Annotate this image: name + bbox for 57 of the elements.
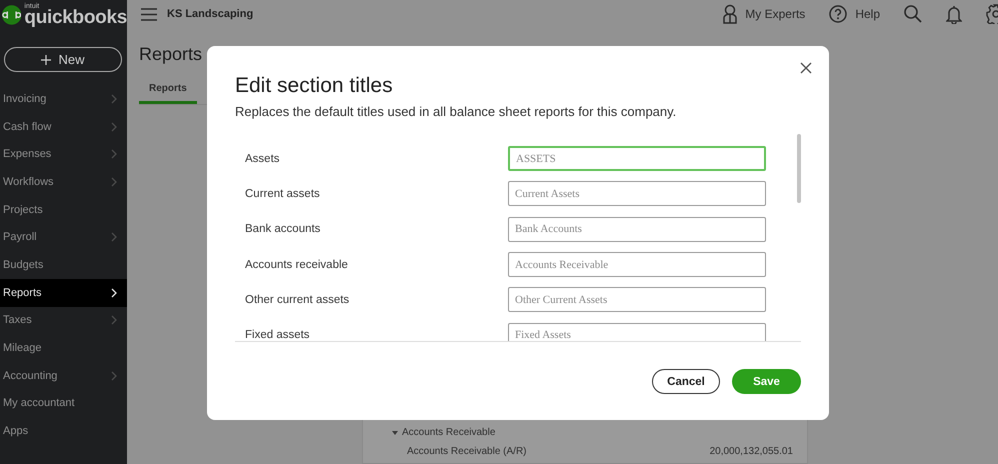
chevron-right-icon — [111, 94, 117, 104]
caret-icon[interactable] — [391, 430, 399, 436]
report-row-label: Accounts Receivable — [402, 427, 496, 438]
nav-item[interactable]: Budgets — [0, 251, 127, 279]
nav-item[interactable]: Payroll — [0, 223, 127, 252]
bell-icon[interactable] — [946, 4, 962, 24]
input-field[interactable]: Fixed Assets — [508, 322, 766, 341]
nav-item[interactable]: Accounting — [0, 362, 127, 390]
cancel-button[interactable]: Cancel — [652, 369, 720, 394]
report-row-label: Accounts Receivable (A/R) — [406, 446, 526, 457]
input-field[interactable]: Other Current Assets — [508, 287, 766, 312]
tab[interactable]: Reports — [139, 81, 197, 104]
field-label: Current assets — [245, 188, 321, 200]
dialog-title: Edit section titles — [235, 74, 394, 98]
report-amount: 20,000,132,055.01 — [710, 446, 793, 457]
page-title: Reports — [139, 44, 204, 65]
nav-item[interactable]: Apps — [0, 417, 127, 445]
nav-item[interactable]: Projects — [0, 196, 127, 224]
field-label: Bank accounts — [245, 223, 322, 236]
dialog-subtitle: Replaces the default titles used in all balance sheet reports for this company. — [235, 104, 678, 119]
person-icon — [723, 4, 738, 24]
nav-item[interactable]: Cash flow — [0, 112, 127, 140]
input-field[interactable]: Accounts Receivable — [508, 252, 766, 278]
nav-item[interactable]: Invoicing — [0, 85, 127, 113]
input-field[interactable]: Current Assets — [508, 181, 766, 206]
search-icon[interactable] — [904, 5, 922, 23]
chevron-right-icon — [111, 122, 117, 132]
save-button[interactable]: Save — [732, 369, 801, 394]
logo-icon — [2, 4, 22, 26]
chevron-right-icon — [111, 232, 117, 242]
chevron-right-icon — [111, 315, 117, 326]
nav-item[interactable]: Taxes — [0, 306, 127, 334]
field-label: Accounts receivable — [245, 258, 349, 271]
nav-item[interactable]: Workflows — [0, 168, 127, 196]
field-label: Assets — [245, 152, 281, 165]
field-label: Fixed assets — [245, 329, 311, 341]
menu-icon[interactable] — [141, 8, 157, 20]
field-label: Other current assets — [245, 294, 350, 306]
help-link[interactable]: Help — [829, 5, 880, 23]
input-field[interactable]: ASSETS — [508, 146, 766, 172]
scrollbar[interactable] — [797, 134, 801, 203]
input-field[interactable]: Bank Accounts — [508, 216, 766, 242]
nav-item[interactable]: Expenses — [0, 140, 127, 168]
new-button[interactable]: New — [4, 47, 122, 72]
plus-icon — [41, 54, 52, 64]
close-icon[interactable] — [800, 62, 812, 74]
chevron-right-icon — [111, 288, 117, 298]
chevron-right-icon — [111, 149, 117, 160]
my-experts-link[interactable]: My Experts — [723, 4, 806, 24]
nav-item[interactable]: Mileage — [0, 334, 127, 362]
chevron-right-icon — [111, 176, 117, 187]
company-name: KS Landscaping — [167, 8, 254, 20]
brand-name: quickbooks — [24, 8, 127, 27]
nav-item[interactable]: Reports — [0, 278, 127, 306]
nav-item[interactable]: My accountant — [0, 390, 127, 418]
chevron-right-icon — [111, 370, 117, 381]
help-icon — [829, 5, 848, 23]
